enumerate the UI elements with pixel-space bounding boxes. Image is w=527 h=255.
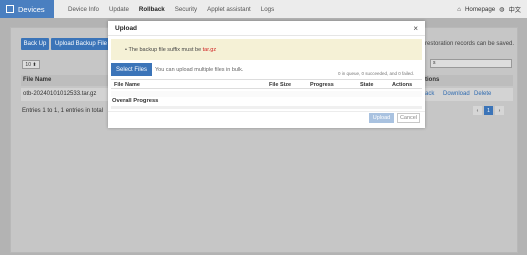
devices-icon xyxy=(6,5,14,13)
overall-progress-bar xyxy=(111,106,422,109)
page-size-select[interactable]: 10 ⬍ xyxy=(22,60,40,69)
row-file-name: otb-20240101012533.tar.gz xyxy=(23,91,97,97)
overall-progress-label: Overall Progress xyxy=(112,98,159,104)
globe-icon[interactable]: ◍ xyxy=(499,6,504,13)
dialog-title: Upload xyxy=(115,25,138,32)
notice-suffix-value: tar.gz xyxy=(202,47,217,53)
nav-rollback[interactable]: Rollback xyxy=(139,6,165,13)
upload-table-body xyxy=(111,91,422,97)
notice-text: The backup file suffix must be xyxy=(128,47,203,53)
queue-status: 0 in queue, 0 succeeded, and 0 failed. xyxy=(337,71,414,76)
nav-device-info[interactable]: Device Info xyxy=(68,6,99,13)
close-icon[interactable]: × xyxy=(413,24,418,33)
nav-applet-assistant[interactable]: Applet assistant xyxy=(207,6,251,13)
entries-summary: Entries 1 to 1, 1 entries in total xyxy=(22,108,104,114)
col-actions: Actions xyxy=(392,82,413,88)
prev-page-button[interactable]: ‹ xyxy=(473,106,482,115)
top-right-links: ⌂ Homepage ◍ 中文 xyxy=(457,0,521,18)
col-state: State xyxy=(360,82,374,88)
upload-backup-file-button[interactable]: Upload Backup File xyxy=(51,38,111,50)
main-nav: Device Info Update Rollback Security App… xyxy=(68,0,274,18)
brand-title: Devices xyxy=(18,4,45,14)
select-files-button[interactable]: Select Files xyxy=(111,63,152,76)
upload-button[interactable]: Upload xyxy=(369,113,394,123)
chevron-down-icon: ⬍ xyxy=(30,61,37,68)
col-file-size: File Size xyxy=(269,82,292,88)
dialog-header: Upload × xyxy=(108,21,425,36)
dialog-footer-divider xyxy=(108,111,425,112)
col-progress: Progress xyxy=(310,82,334,88)
cancel-button[interactable]: Cancel xyxy=(397,113,420,123)
upload-dialog: Upload × • The backup file suffix must b… xyxy=(108,21,425,128)
search-input[interactable]: s xyxy=(430,59,512,68)
restoration-note: restoration records can be saved. xyxy=(425,41,515,47)
suffix-notice: • The backup file suffix must be tar.gz xyxy=(111,39,422,60)
pagination: ‹ 1 › xyxy=(473,106,504,115)
next-page-button[interactable]: › xyxy=(495,106,504,115)
homepage-link[interactable]: Homepage xyxy=(465,6,495,13)
nav-security[interactable]: Security xyxy=(175,6,197,13)
upload-table-header: File Name File Size Progress State Actio… xyxy=(111,79,422,89)
column-actions: tions xyxy=(425,77,440,83)
brand-logo[interactable]: Devices xyxy=(0,0,54,18)
home-icon[interactable]: ⌂ xyxy=(457,6,461,13)
rollback-link[interactable]: ack xyxy=(425,91,434,97)
download-link[interactable]: Download xyxy=(443,91,470,97)
nav-logs[interactable]: Logs xyxy=(261,6,274,13)
back-up-button[interactable]: Back Up xyxy=(21,38,49,50)
nav-update[interactable]: Update xyxy=(109,6,129,13)
column-file-name: File Name xyxy=(23,77,52,83)
bulk-upload-hint: You can upload multiple files in bulk. xyxy=(155,67,244,73)
col-file-name: File Name xyxy=(114,82,140,88)
notice-item: • The backup file suffix must be tar.gz xyxy=(125,47,216,53)
top-nav-bar: Devices Device Info Update Rollback Secu… xyxy=(0,0,527,18)
select-files-label: Select Files xyxy=(115,66,147,73)
page-1-button[interactable]: 1 xyxy=(484,106,493,115)
language-switch[interactable]: 中文 xyxy=(509,5,521,14)
delete-link[interactable]: Delete xyxy=(474,91,491,97)
